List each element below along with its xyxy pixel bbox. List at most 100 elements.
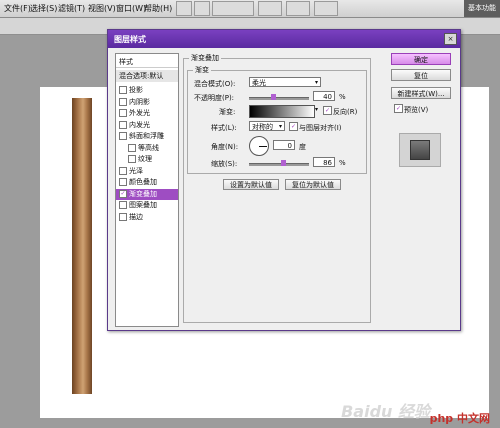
style-item[interactable]: 斜面和浮雕	[116, 131, 178, 142]
style-item[interactable]: 图案叠加	[116, 200, 178, 211]
style-item-checkbox[interactable]: ✓	[119, 189, 127, 198]
style-item[interactable]: 内阴影	[116, 97, 178, 108]
reverse-label: 反向(R)	[333, 108, 358, 116]
style-item-checkbox[interactable]	[119, 132, 127, 140]
menu-view[interactable]: 视图(V)	[88, 3, 116, 14]
reset-button[interactable]: 复位	[391, 69, 451, 81]
align-with-layer-checkbox[interactable]: ✓	[289, 122, 298, 131]
gradient-picker[interactable]	[249, 105, 315, 118]
gradient-label: 渐变:	[219, 108, 236, 116]
style-item[interactable]: ✓ 渐变叠加	[116, 188, 178, 200]
blend-mode-label: 混合模式(O):	[194, 80, 236, 88]
gradient-overlay-panel: 渐变叠加 渐变 混合模式(O): 柔光 ▾ 不透明度(P): 40 % 渐变: …	[183, 53, 371, 325]
style-item[interactable]: 外发光	[116, 108, 178, 119]
style-item-label: 渐变叠加	[129, 189, 157, 198]
scale-slider[interactable]	[249, 163, 309, 166]
style-item-label: 投影	[129, 86, 143, 94]
style-item-label: 描边	[129, 212, 143, 221]
style-item-label: 颜色叠加	[129, 178, 157, 186]
opacity-unit: %	[339, 93, 346, 101]
style-item[interactable]: 等高线	[116, 143, 178, 154]
style-preview	[399, 133, 441, 167]
style-item[interactable]: 纹理	[116, 154, 178, 165]
extras-icon[interactable]	[258, 1, 282, 16]
style-select[interactable]: 对称的 ▾	[249, 121, 285, 131]
style-item-checkbox[interactable]	[119, 212, 127, 221]
arrange-icon[interactable]	[286, 1, 310, 16]
scale-unit: %	[339, 159, 346, 167]
dialog-titlebar[interactable]: 图层样式 ×	[108, 30, 460, 48]
new-style-button[interactable]: 新建样式(W)...	[391, 87, 451, 99]
angle-indicator	[259, 146, 267, 147]
menu-help[interactable]: 帮助(H)	[144, 3, 172, 14]
style-item[interactable]: 描边	[116, 212, 178, 223]
style-item-checkbox[interactable]	[119, 166, 127, 175]
angle-label: 角度(N):	[211, 143, 239, 151]
style-item-label: 纹理	[138, 155, 152, 163]
style-item[interactable]: 投影	[116, 85, 178, 96]
style-item-label: 光泽	[129, 166, 143, 175]
style-item-checkbox[interactable]	[119, 86, 127, 94]
gradient-overlay-title: 渐变叠加	[189, 53, 221, 63]
style-item-checkbox[interactable]	[119, 109, 127, 117]
style-item-checkbox[interactable]	[119, 97, 127, 106]
menu-bar: 文件(F) 选择(S) 滤镜(T) 视图(V) 窗口(W) 帮助(H) 基本功能	[0, 0, 500, 18]
style-item-checkbox[interactable]	[128, 143, 136, 152]
style-item-checkbox[interactable]	[119, 120, 127, 129]
reverse-checkbox[interactable]: ✓	[323, 106, 332, 115]
reset-default-button[interactable]: 复位为默认值	[285, 179, 341, 190]
scale-label: 缩放(S):	[211, 160, 238, 168]
style-item-checkbox[interactable]	[119, 178, 127, 186]
bridge-icon[interactable]	[176, 1, 192, 16]
scale-input[interactable]: 86	[313, 157, 335, 167]
menu-file[interactable]: 文件(F)	[4, 3, 31, 14]
style-item-checkbox[interactable]	[119, 201, 127, 209]
style-item[interactable]: 光泽	[116, 166, 178, 177]
style-item-label: 斜面和浮雕	[129, 132, 164, 140]
close-button[interactable]: ×	[444, 33, 457, 45]
preview-label: 预览(V)	[404, 106, 429, 114]
style-item-checkbox[interactable]	[128, 155, 136, 163]
wood-strip-layer	[72, 98, 92, 394]
align-with-layer-label: 与图层对齐(I)	[299, 124, 342, 132]
gradient-subgroup-title: 渐变	[193, 65, 211, 75]
styles-header[interactable]: 样式	[116, 56, 178, 68]
opacity-input[interactable]: 40	[313, 91, 335, 101]
menu-select[interactable]: 选择(S)	[30, 3, 57, 14]
opacity-slider[interactable]	[249, 97, 309, 100]
style-value: 对称的	[252, 123, 273, 131]
chevron-down-icon: ▾	[314, 79, 318, 86]
blend-options-item[interactable]: 混合选项:默认	[116, 70, 178, 82]
blend-mode-select[interactable]: 柔光 ▾	[249, 77, 321, 87]
angle-unit: 度	[299, 143, 306, 151]
style-item-label: 等高线	[138, 143, 159, 152]
scale-slider-thumb[interactable]	[281, 160, 287, 166]
minibridge-icon[interactable]	[194, 1, 210, 16]
style-item-label: 外发光	[129, 109, 150, 117]
screen-mode-icon[interactable]	[314, 1, 338, 16]
style-item[interactable]: 内发光	[116, 120, 178, 131]
gradient-dropdown-icon[interactable]: ▾	[315, 106, 318, 113]
angle-input[interactable]: 0	[273, 140, 295, 150]
style-label: 样式(L):	[211, 124, 237, 132]
blend-mode-value: 柔光	[252, 79, 266, 87]
style-item-label: 内发光	[129, 120, 150, 129]
style-item-label: 图案叠加	[129, 201, 157, 209]
chevron-down-icon: ▾	[278, 123, 282, 130]
menu-window[interactable]: 窗口(W)	[116, 3, 146, 14]
zoom-dropdown[interactable]	[212, 1, 254, 16]
baidu-watermark: Baidu 经验	[341, 402, 430, 421]
make-default-button[interactable]: 设置为默认值	[223, 179, 279, 190]
brand-logo: php 中文网	[429, 412, 490, 425]
angle-dial[interactable]	[249, 136, 269, 156]
preview-checkbox[interactable]: ✓	[394, 104, 403, 113]
opacity-slider-thumb[interactable]	[271, 94, 276, 100]
preview-swatch	[410, 140, 430, 160]
style-item-label: 内阴影	[129, 97, 150, 106]
opacity-label: 不透明度(P):	[194, 94, 235, 102]
workspace-button[interactable]: 基本功能	[464, 0, 500, 17]
layer-style-dialog: 图层样式 × 样式 混合选项:默认 投影内阴影外发光内发光斜面和浮雕等高线纹理光…	[107, 29, 461, 331]
ok-button[interactable]: 确定	[391, 53, 451, 65]
menu-filter[interactable]: 滤镜(T)	[58, 3, 85, 14]
style-item[interactable]: 颜色叠加	[116, 177, 178, 188]
